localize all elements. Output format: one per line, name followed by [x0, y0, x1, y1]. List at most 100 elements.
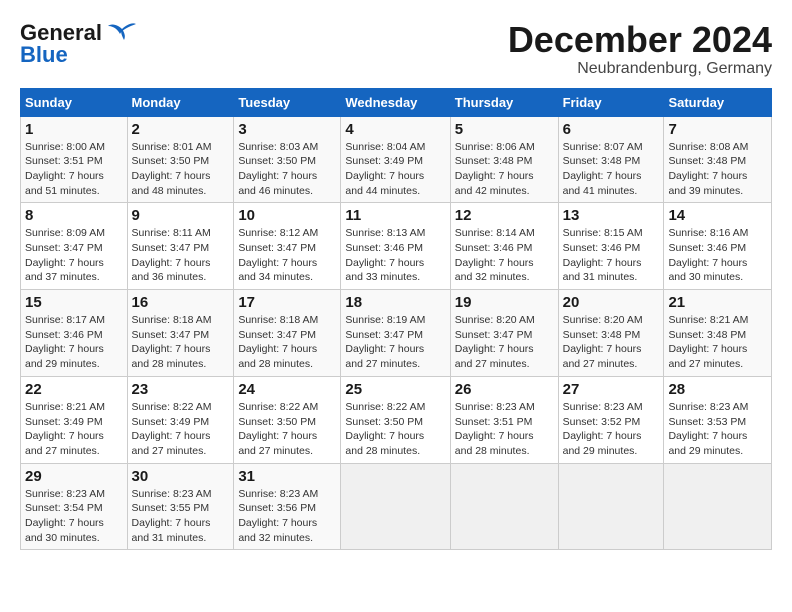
day-number: 26 [455, 381, 554, 398]
calendar-week-1: 1 Sunrise: 8:00 AMSunset: 3:51 PMDaylight… [21, 116, 772, 203]
day-info: Sunrise: 8:15 AMSunset: 3:46 PMDaylight:… [563, 226, 660, 285]
header-saturday: Saturday [664, 88, 772, 116]
day-number: 17 [238, 294, 336, 311]
calendar-cell: 27Sunrise: 8:23 AMSunset: 3:52 PMDayligh… [558, 376, 664, 463]
day-info: Sunrise: 8:20 AMSunset: 3:48 PMDaylight:… [563, 313, 660, 372]
day-info: Sunrise: 8:06 AMSunset: 3:48 PMDaylight:… [455, 140, 554, 199]
day-number: 3 [238, 121, 336, 138]
day-info: Sunrise: 8:22 AMSunset: 3:50 PMDaylight:… [345, 400, 445, 459]
day-number: 12 [455, 207, 554, 224]
day-number: 15 [25, 294, 123, 311]
day-info: Sunrise: 8:11 AMSunset: 3:47 PMDaylight:… [132, 226, 230, 285]
month-title: December 2024 [508, 20, 772, 60]
calendar-cell: 24 Sunrise: 8:22 AMSunset: 3:50 PMDayligh… [234, 376, 341, 463]
calendar-cell [558, 463, 664, 550]
calendar-header-row: SundayMondayTuesdayWednesdayThursdayFrid… [21, 88, 772, 116]
day-number: 7 [668, 121, 767, 138]
title-area: December 2024 Neubrandenburg, Germany [508, 20, 772, 78]
header-monday: Monday [127, 88, 234, 116]
day-number: 11 [345, 207, 445, 224]
day-number: 24 [238, 381, 336, 398]
day-info: Sunrise: 8:21 AMSunset: 3:49 PMDaylight:… [25, 400, 123, 459]
day-number: 4 [345, 121, 445, 138]
calendar-cell: 19Sunrise: 8:20 AMSunset: 3:47 PMDayligh… [450, 290, 558, 377]
calendar-cell: 10Sunrise: 8:12 AMSunset: 3:47 PMDayligh… [234, 203, 341, 290]
calendar-cell: 6 Sunrise: 8:07 AMSunset: 3:48 PMDaylight… [558, 116, 664, 203]
day-info: Sunrise: 8:22 AMSunset: 3:50 PMDaylight:… [238, 400, 336, 459]
day-number: 27 [563, 381, 660, 398]
calendar-cell: 22Sunrise: 8:21 AMSunset: 3:49 PMDayligh… [21, 376, 128, 463]
calendar-cell: 9 Sunrise: 8:11 AMSunset: 3:47 PMDaylight… [127, 203, 234, 290]
calendar-week-5: 29 Sunrise: 8:23 AMSunset: 3:54 PMDayligh… [21, 463, 772, 550]
day-number: 5 [455, 121, 554, 138]
day-info: Sunrise: 8:14 AMSunset: 3:46 PMDaylight:… [455, 226, 554, 285]
calendar-cell: 4 Sunrise: 8:04 AMSunset: 3:49 PMDaylight… [341, 116, 450, 203]
calendar-cell: 11 Sunrise: 8:13 AMSunset: 3:46 PMDayligh… [341, 203, 450, 290]
calendar-week-4: 22Sunrise: 8:21 AMSunset: 3:49 PMDayligh… [21, 376, 772, 463]
day-info: Sunrise: 8:23 AMSunset: 3:55 PMDaylight:… [132, 487, 230, 546]
day-info: Sunrise: 8:00 AMSunset: 3:51 PMDaylight:… [25, 140, 123, 199]
calendar-table: SundayMondayTuesdayWednesdayThursdayFrid… [20, 88, 772, 551]
logo: General Blue [20, 20, 140, 68]
day-number: 30 [132, 468, 230, 485]
day-info: Sunrise: 8:23 AMSunset: 3:54 PMDaylight:… [25, 487, 123, 546]
day-info: Sunrise: 8:16 AMSunset: 3:46 PMDaylight:… [668, 226, 767, 285]
day-number: 6 [563, 121, 660, 138]
calendar-cell: 13 Sunrise: 8:15 AMSunset: 3:46 PMDayligh… [558, 203, 664, 290]
day-info: Sunrise: 8:13 AMSunset: 3:46 PMDaylight:… [345, 226, 445, 285]
calendar-cell: 23 Sunrise: 8:22 AMSunset: 3:49 PMDayligh… [127, 376, 234, 463]
calendar-week-2: 8 Sunrise: 8:09 AMSunset: 3:47 PMDaylight… [21, 203, 772, 290]
header-friday: Friday [558, 88, 664, 116]
day-number: 20 [563, 294, 660, 311]
calendar-cell: 25Sunrise: 8:22 AMSunset: 3:50 PMDayligh… [341, 376, 450, 463]
calendar-cell: 29 Sunrise: 8:23 AMSunset: 3:54 PMDayligh… [21, 463, 128, 550]
day-info: Sunrise: 8:08 AMSunset: 3:48 PMDaylight:… [668, 140, 767, 199]
calendar-cell: 28 Sunrise: 8:23 AMSunset: 3:53 PMDayligh… [664, 376, 772, 463]
calendar-cell [664, 463, 772, 550]
day-number: 1 [25, 121, 123, 138]
day-number: 13 [563, 207, 660, 224]
calendar-cell: 17 Sunrise: 8:18 AMSunset: 3:47 PMDayligh… [234, 290, 341, 377]
header-thursday: Thursday [450, 88, 558, 116]
calendar-cell: 5 Sunrise: 8:06 AMSunset: 3:48 PMDaylight… [450, 116, 558, 203]
page-header: General Blue December 2024 Neubrandenbur… [20, 20, 772, 78]
day-number: 9 [132, 207, 230, 224]
calendar-cell: 15 Sunrise: 8:17 AMSunset: 3:46 PMDayligh… [21, 290, 128, 377]
day-number: 2 [132, 121, 230, 138]
logo-blue: Blue [20, 42, 68, 68]
day-number: 23 [132, 381, 230, 398]
day-info: Sunrise: 8:03 AMSunset: 3:50 PMDaylight:… [238, 140, 336, 199]
day-number: 31 [238, 468, 336, 485]
calendar-cell [450, 463, 558, 550]
day-number: 10 [238, 207, 336, 224]
day-info: Sunrise: 8:04 AMSunset: 3:49 PMDaylight:… [345, 140, 445, 199]
calendar-cell: 16Sunrise: 8:18 AMSunset: 3:47 PMDayligh… [127, 290, 234, 377]
calendar-cell: 7 Sunrise: 8:08 AMSunset: 3:48 PMDaylight… [664, 116, 772, 203]
calendar-cell: 14 Sunrise: 8:16 AMSunset: 3:46 PMDayligh… [664, 203, 772, 290]
day-info: Sunrise: 8:23 AMSunset: 3:51 PMDaylight:… [455, 400, 554, 459]
day-info: Sunrise: 8:23 AMSunset: 3:56 PMDaylight:… [238, 487, 336, 546]
day-number: 14 [668, 207, 767, 224]
calendar-cell: 31 Sunrise: 8:23 AMSunset: 3:56 PMDayligh… [234, 463, 341, 550]
calendar-cell: 26 Sunrise: 8:23 AMSunset: 3:51 PMDayligh… [450, 376, 558, 463]
location-subtitle: Neubrandenburg, Germany [508, 60, 772, 78]
day-number: 21 [668, 294, 767, 311]
day-info: Sunrise: 8:18 AMSunset: 3:47 PMDaylight:… [238, 313, 336, 372]
day-info: Sunrise: 8:20 AMSunset: 3:47 PMDaylight:… [455, 313, 554, 372]
calendar-cell: 21 Sunrise: 8:21 AMSunset: 3:48 PMDayligh… [664, 290, 772, 377]
calendar-cell: 18Sunrise: 8:19 AMSunset: 3:47 PMDayligh… [341, 290, 450, 377]
day-info: Sunrise: 8:09 AMSunset: 3:47 PMDaylight:… [25, 226, 123, 285]
calendar-cell: 2Sunrise: 8:01 AMSunset: 3:50 PMDaylight… [127, 116, 234, 203]
day-number: 29 [25, 468, 123, 485]
day-number: 28 [668, 381, 767, 398]
day-info: Sunrise: 8:17 AMSunset: 3:46 PMDaylight:… [25, 313, 123, 372]
day-info: Sunrise: 8:07 AMSunset: 3:48 PMDaylight:… [563, 140, 660, 199]
logo-bird-icon [108, 22, 140, 44]
calendar-cell: 20 Sunrise: 8:20 AMSunset: 3:48 PMDayligh… [558, 290, 664, 377]
day-number: 8 [25, 207, 123, 224]
day-info: Sunrise: 8:23 AMSunset: 3:53 PMDaylight:… [668, 400, 767, 459]
day-info: Sunrise: 8:19 AMSunset: 3:47 PMDaylight:… [345, 313, 445, 372]
day-info: Sunrise: 8:22 AMSunset: 3:49 PMDaylight:… [132, 400, 230, 459]
calendar-cell: 3 Sunrise: 8:03 AMSunset: 3:50 PMDaylight… [234, 116, 341, 203]
day-info: Sunrise: 8:21 AMSunset: 3:48 PMDaylight:… [668, 313, 767, 372]
